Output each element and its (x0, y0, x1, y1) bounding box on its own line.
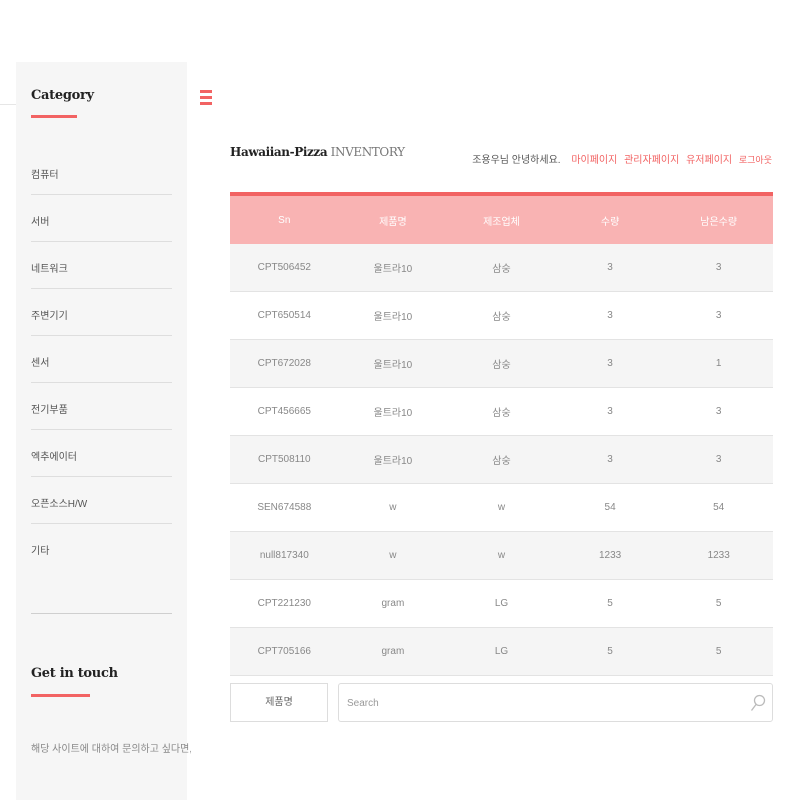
cell-remaining: 3 (664, 435, 773, 484)
brand-title: Hawaiian-Pizza INVENTORY (230, 145, 405, 159)
cell-remaining: 3 (664, 244, 773, 292)
user-bar: 조용우님 안녕하세요. 마이페이지 관리자페이지 유저페이지 로그아웃 (472, 151, 772, 166)
table-body: CPT506452 울트라10 삼숭 3 3 CPT650514 울트라10 삼숭 3 3 CPT6… (230, 244, 773, 676)
cell-product-name: 울트라10 (338, 387, 448, 436)
sidebar: Category 컴퓨터 서버 네트워크 주변기기 센서 전기부품 엑추에이터 … (16, 62, 191, 800)
cell-manufacturer: w (447, 483, 556, 532)
category-item-network[interactable]: 네트워크 (31, 242, 172, 289)
contact-text: 해당 사이트에 대하여 문의하고 싶다면, 다음 이 (31, 744, 191, 755)
cell-remaining: 1233 (664, 531, 773, 580)
search-icon[interactable] (750, 694, 766, 712)
cell-quantity: 3 (555, 291, 665, 340)
cell-manufacturer: LG (447, 627, 556, 676)
cell-product-name: gram (338, 627, 448, 676)
cell-manufacturer: 삼숭 (447, 387, 556, 436)
cell-product-name: w (338, 483, 448, 532)
cell-product-name: 울트라10 (338, 291, 448, 340)
cell-product-name: 울트라10 (338, 435, 448, 484)
table-row[interactable]: SEN674588 w w 54 54 (230, 483, 773, 532)
cell-sn: CPT508110 (230, 435, 339, 484)
cell-sn: CPT221230 (230, 579, 339, 628)
table-row[interactable]: CPT456665 울트라10 삼숭 3 3 (230, 387, 773, 436)
cell-product-name: gram (338, 579, 448, 628)
search-box (338, 683, 773, 722)
cell-sn: CPT705166 (230, 627, 339, 676)
cell-quantity: 3 (555, 435, 665, 484)
category-item-peripherals[interactable]: 주변기기 (31, 289, 172, 336)
inventory-table-container: Sn 제품명 제조업체 수량 남은수량 CPT506452 울트라10 삼숭 3 3 CP… (230, 192, 773, 676)
logout-link[interactable]: 로그아웃 (739, 155, 772, 165)
column-header-manufacturer[interactable]: 제조업체 (447, 196, 556, 244)
column-header-quantity[interactable]: 수량 (555, 196, 665, 244)
table-row[interactable]: CPT506452 울트라10 삼숭 3 3 (230, 244, 773, 292)
cell-sn: CPT456665 (230, 387, 339, 436)
contact-underline (31, 694, 90, 697)
category-item-electrical-parts[interactable]: 전기부품 (31, 383, 172, 430)
cell-quantity: 54 (555, 483, 665, 532)
greeting-text: 조용우님 안녕하세요. (472, 155, 561, 166)
cell-manufacturer: 삼숭 (447, 291, 556, 340)
cell-quantity: 3 (555, 339, 665, 388)
cell-sn: CPT650514 (230, 291, 339, 340)
cell-remaining: 5 (664, 627, 773, 676)
cell-remaining: 3 (664, 387, 773, 436)
cell-product-name: 울트라10 (338, 244, 448, 292)
category-item-actuator[interactable]: 엑추에이터 (31, 430, 172, 477)
table-row[interactable]: CPT650514 울트라10 삼숭 3 3 (230, 291, 773, 340)
table-row[interactable]: CPT705166 gram LG 5 5 (230, 627, 773, 676)
cell-manufacturer: 삼숭 (447, 244, 556, 292)
menu-icon[interactable] (200, 90, 212, 106)
category-item-computer[interactable]: 컴퓨터 (31, 148, 172, 195)
category-item-sensor[interactable]: 센서 (31, 336, 172, 383)
table-row[interactable]: CPT672028 울트라10 삼숭 3 1 (230, 339, 773, 388)
cell-sn: CPT506452 (230, 244, 339, 292)
column-header-sn[interactable]: Sn (230, 196, 339, 244)
cell-quantity: 5 (555, 579, 665, 628)
brand-name: Hawaiian-Pizza (230, 145, 328, 159)
cell-sn: CPT672028 (230, 339, 339, 388)
table-row[interactable]: CPT221230 gram LG 5 5 (230, 579, 773, 628)
cell-manufacturer: 삼숭 (447, 339, 556, 388)
cell-manufacturer: 삼숭 (447, 435, 556, 484)
table-row[interactable]: null817340 w w 1233 1233 (230, 531, 773, 580)
cell-product-name: 울트라10 (338, 339, 448, 388)
cell-quantity: 5 (555, 627, 665, 676)
sidebar-divider (31, 613, 172, 614)
search-input[interactable] (345, 692, 739, 714)
mypage-link[interactable]: 마이페이지 (571, 155, 617, 166)
column-header-remaining[interactable]: 남은수량 (664, 196, 773, 244)
table-row[interactable]: CPT508110 울트라10 삼숭 3 3 (230, 435, 773, 484)
cell-remaining: 5 (664, 579, 773, 628)
category-list: 컴퓨터 서버 네트워크 주변기기 센서 전기부품 엑추에이터 오픈소스H/W 기… (31, 148, 172, 571)
cell-sn: SEN674588 (230, 483, 339, 532)
search-filter-dropdown[interactable]: 제품명 (230, 683, 328, 722)
cell-quantity: 3 (555, 244, 665, 292)
column-header-product-name[interactable]: 제품명 (338, 196, 448, 244)
table-header-row: Sn 제품명 제조업체 수량 남은수량 (230, 196, 773, 244)
cell-manufacturer: LG (447, 579, 556, 628)
category-underline (31, 115, 77, 118)
brand-suffix: INVENTORY (330, 145, 405, 159)
cell-remaining: 3 (664, 291, 773, 340)
user-page-link[interactable]: 유저페이지 (686, 155, 732, 166)
contact-heading: Get in touch (31, 666, 118, 681)
category-item-etc[interactable]: 기타 (31, 524, 172, 571)
admin-page-link[interactable]: 관리자페이지 (624, 155, 679, 166)
cell-sn: null817340 (230, 531, 339, 580)
category-heading: Category (31, 88, 94, 103)
cell-remaining: 1 (664, 339, 773, 388)
category-item-server[interactable]: 서버 (31, 195, 172, 242)
category-item-opensource-hw[interactable]: 오픈소스H/W (31, 477, 172, 524)
cell-quantity: 3 (555, 387, 665, 436)
cell-quantity: 1233 (555, 531, 665, 580)
cell-manufacturer: w (447, 531, 556, 580)
left-divider-line (0, 104, 16, 105)
cell-product-name: w (338, 531, 448, 580)
inventory-table: Sn 제품명 제조업체 수량 남은수량 CPT506452 울트라10 삼숭 3 3 CP… (230, 196, 773, 676)
cell-remaining: 54 (664, 483, 773, 532)
